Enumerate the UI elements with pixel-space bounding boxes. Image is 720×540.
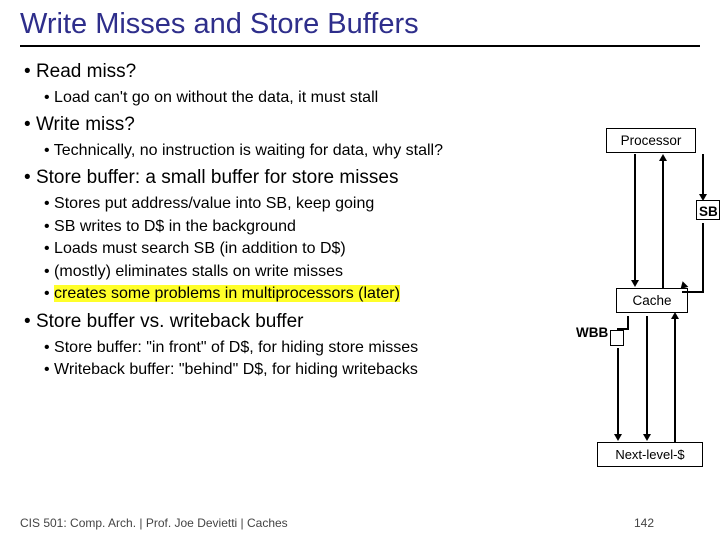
bullet-why-stall: Technically, no instruction is waiting f… [42,140,565,162]
pipeline-diagram: Processor SB Cache WBB Next-level-$ [584,128,716,488]
bullet-sb-put: Stores put address/value into SB, keep g… [42,193,565,215]
wbb-box [610,330,624,346]
slide-title: Write Misses and Store Buffers [20,8,700,47]
bullet-sb-writes: SB writes to D$ in the background [42,216,565,238]
bullet-wbb-behind: Writeback buffer: "behind" D$, for hidin… [42,359,565,381]
slide-footer: CIS 501: Comp. Arch. | Prof. Joe Deviett… [20,516,700,530]
processor-box: Processor [606,128,696,153]
wbb-label: WBB [576,325,608,340]
bullet-read-miss: Read miss? [20,59,565,85]
next-level-box: Next-level-$ [597,442,703,467]
bullet-store-buffer: Store buffer: a small buffer for store m… [20,165,565,191]
bullet-mp-problems: creates some problems in multiprocessors… [42,283,565,305]
bullet-write-miss: Write miss? [20,112,565,138]
bullet-load-stall: Load can't go on without the data, it mu… [42,87,565,109]
footer-text: CIS 501: Comp. Arch. | Prof. Joe Deviett… [20,516,288,530]
bullet-loads-search: Loads must search SB (in addition to D$) [42,238,565,260]
bullet-eliminate-stalls: (mostly) eliminates stalls on write miss… [42,261,565,283]
cache-box: Cache [616,288,688,313]
bullet-sb-vs-wbb: Store buffer vs. writeback buffer [20,309,565,335]
sb-box: SB [696,200,720,220]
bullet-sb-front: Store buffer: "in front" of D$, for hidi… [42,337,565,359]
page-number: 142 [634,516,654,530]
slide-body: Read miss? Load can't go on without the … [20,59,565,381]
